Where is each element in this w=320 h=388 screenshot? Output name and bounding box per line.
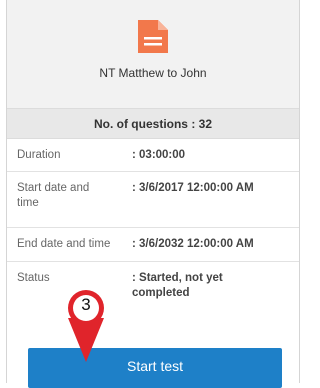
status-label: Status: [17, 272, 50, 284]
document-icon: [138, 20, 168, 53]
questions-count: No. of questions : 32: [93, 117, 212, 131]
end-date-row: End date and time : 3/6/2032 12:00:00 AM: [7, 228, 299, 262]
questions-count-row: No. of questions : 32: [7, 108, 299, 139]
duration-row: Duration : 03:00:00: [7, 139, 299, 172]
status-value-line2: completed: [132, 287, 190, 299]
duration-value: : 03:00:00: [132, 149, 186, 161]
duration-label: Duration: [17, 149, 61, 161]
test-title: NT Matthew to John: [99, 66, 207, 80]
step-number: 3: [81, 295, 91, 314]
start-date-label-line1: Start date and: [17, 182, 90, 194]
test-card: NT Matthew to John No. of questions : 32…: [6, 0, 300, 383]
test-header: NT Matthew to John: [7, 0, 299, 108]
status-value-line1: : Started, not yet: [132, 272, 223, 284]
status-row: Status : Started, not yet completed: [7, 262, 299, 342]
start-date-row: Start date and time : 3/6/2017 12:00:00 …: [7, 172, 299, 228]
end-date-value: : 3/6/2032 12:00:00 AM: [132, 238, 254, 250]
end-date-label: End date and time: [17, 238, 111, 250]
start-date-value: : 3/6/2017 12:00:00 AM: [132, 182, 254, 194]
start-date-label-line2: time: [17, 197, 39, 209]
